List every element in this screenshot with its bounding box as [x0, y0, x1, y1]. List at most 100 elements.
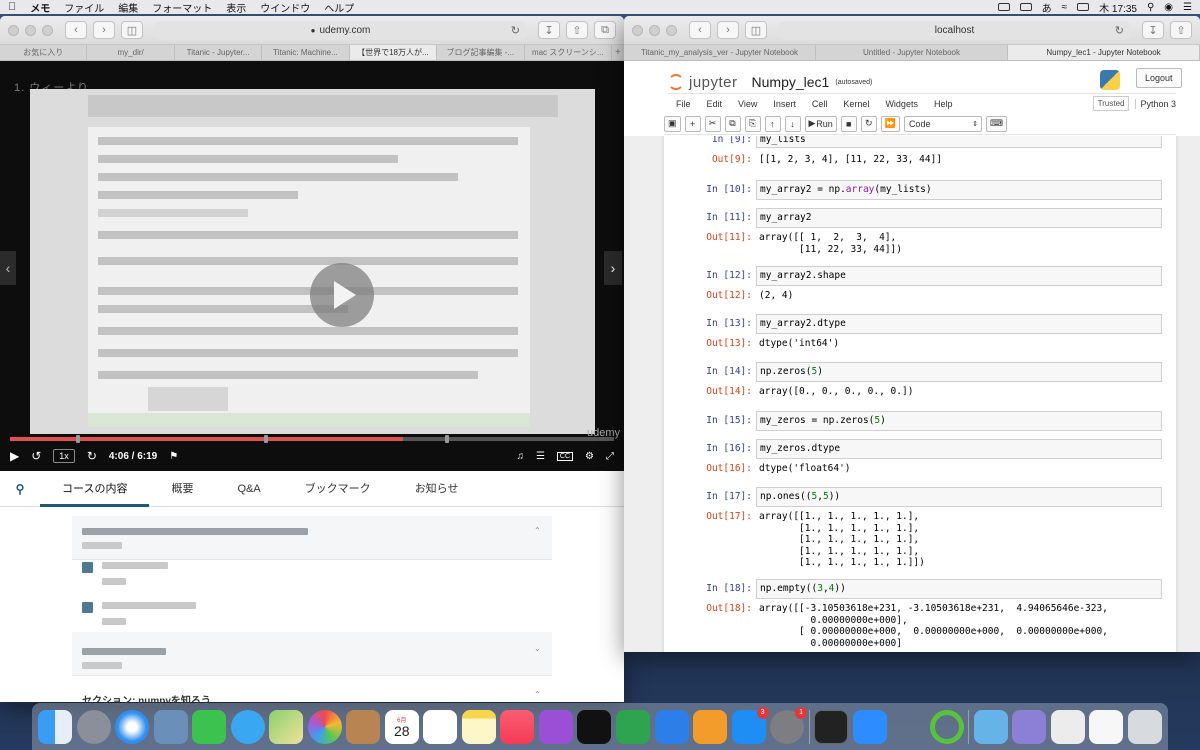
- menu-view[interactable]: 表示: [226, 0, 246, 15]
- calendar-icon[interactable]: 6月 28: [384, 709, 419, 744]
- udemy-address-bar[interactable]: ● udemy.com ↻: [155, 20, 526, 40]
- menu-format[interactable]: フォーマット: [152, 0, 212, 15]
- app-store-icon[interactable]: 3: [731, 706, 769, 744]
- cell-input[interactable]: np.zeros(5): [756, 362, 1162, 382]
- notebook-area[interactable]: In [9]: my_lists Out[9]: [[1, 2, 3, 4], …: [624, 136, 1200, 652]
- fast-forward-icon[interactable]: ⏩: [880, 115, 900, 132]
- section-header[interactable]: ⌃: [72, 516, 552, 560]
- cut-icon[interactable]: ✂: [704, 115, 721, 132]
- logout-button[interactable]: Logout: [1136, 68, 1182, 88]
- podcasts-icon[interactable]: [538, 709, 573, 744]
- download-icon[interactable]: ↧: [1142, 21, 1164, 39]
- launchpad-icon[interactable]: [76, 709, 111, 744]
- reload-icon[interactable]: ↻: [511, 24, 520, 37]
- menu-edit[interactable]: 編集: [118, 0, 138, 15]
- video-player[interactable]: 1. ウィーより... ‹ › udemy ▶ ↺ 1x ↻ 4:06 / 6:…: [0, 61, 624, 471]
- cell-input[interactable]: my_zeros.dtype: [756, 439, 1162, 459]
- tab-titanic-jupyter[interactable]: Titanic - Jupyter...: [175, 45, 263, 60]
- contacts-icon[interactable]: [346, 709, 381, 744]
- menu-file[interactable]: ファイル: [64, 0, 104, 15]
- transcript-icon[interactable]: ☰: [536, 451, 545, 462]
- settings-gear-icon[interactable]: ⚙: [585, 451, 594, 462]
- document-stack-icon[interactable]: [1050, 709, 1085, 744]
- notes-icon[interactable]: [461, 709, 496, 744]
- zoom-button[interactable]: [42, 24, 53, 36]
- move-down-icon[interactable]: ↓: [784, 115, 801, 132]
- minimize-button[interactable]: [25, 24, 36, 36]
- forward-icon[interactable]: ↻: [87, 449, 97, 463]
- share-icon[interactable]: ⇧: [566, 21, 588, 39]
- menu-file[interactable]: File: [668, 99, 699, 109]
- menu-kernel[interactable]: Kernel: [835, 99, 877, 109]
- lecture-title[interactable]: [102, 562, 168, 569]
- menu-widgets[interactable]: Widgets: [877, 99, 926, 109]
- close-button[interactable]: [8, 24, 19, 36]
- numbers-icon[interactable]: [615, 709, 650, 744]
- tab-overview[interactable]: 概要: [149, 471, 215, 507]
- display-icon[interactable]: [997, 3, 1010, 11]
- pen-tool-icon[interactable]: [891, 710, 925, 744]
- notification-center-icon[interactable]: ☰: [1183, 2, 1192, 13]
- sidebar-toggle-icon[interactable]: ◫: [745, 21, 767, 39]
- notes-stack-icon[interactable]: [1089, 709, 1124, 744]
- menu-help[interactable]: Help: [926, 99, 961, 109]
- tab-bookmarks[interactable]: ブックマーク: [283, 471, 393, 507]
- move-up-icon[interactable]: ↑: [764, 115, 781, 132]
- tab-numpy-lec1[interactable]: Numpy_lec1 - Jupyter Notebook: [1008, 45, 1200, 60]
- keynote-icon[interactable]: [654, 709, 689, 744]
- activity-ring-icon[interactable]: [929, 709, 964, 744]
- trusted-indicator[interactable]: Trusted: [1092, 96, 1130, 111]
- tab-mac-screenshot[interactable]: mac スクリーンシ...: [525, 45, 612, 60]
- forward-button[interactable]: ›: [93, 21, 115, 39]
- add-bookmark-icon[interactable]: ⚑: [169, 451, 178, 462]
- maps-icon[interactable]: [269, 709, 304, 744]
- downloads-folder-icon[interactable]: [973, 709, 1008, 744]
- zoom-app-icon[interactable]: [852, 709, 887, 744]
- paste-icon[interactable]: ⎘: [744, 115, 761, 132]
- safari-icon[interactable]: [115, 709, 150, 744]
- tabs-overview-icon[interactable]: ⧉: [594, 21, 616, 39]
- cell-input[interactable]: my_lists: [756, 136, 1162, 148]
- new-tab-button[interactable]: +: [612, 45, 624, 60]
- cell-input[interactable]: my_array2.shape: [756, 266, 1162, 286]
- fullscreen-icon[interactable]: ⤢: [606, 451, 614, 462]
- terminal-icon[interactable]: [814, 709, 849, 744]
- restart-icon[interactable]: ↻: [860, 115, 877, 132]
- keyboard-icon[interactable]: ⌨: [985, 115, 1007, 132]
- cell-input[interactable]: np.ones((5,5)): [756, 487, 1162, 507]
- jupyter-address-bar[interactable]: localhost ↻: [779, 20, 1130, 40]
- reminders-icon[interactable]: [423, 709, 458, 744]
- next-lecture-button[interactable]: ›: [604, 251, 622, 285]
- messages-icon[interactable]: [230, 709, 265, 744]
- chevron-up-icon[interactable]: ⌃: [534, 526, 541, 535]
- notebook-name[interactable]: Numpy_lec1: [752, 74, 830, 90]
- section-header[interactable]: ⌄: [72, 632, 552, 676]
- music-icon[interactable]: [500, 709, 535, 744]
- play-overlay-button[interactable]: [310, 263, 374, 327]
- cell-input[interactable]: my_zeros = np.zeros(5): [756, 411, 1162, 431]
- spotlight-icon[interactable]: ⚲: [1147, 2, 1154, 13]
- menu-app-name[interactable]: メモ: [30, 0, 50, 15]
- finder-icon[interactable]: [38, 709, 72, 744]
- minimize-button[interactable]: [649, 24, 660, 36]
- lecture-checkbox[interactable]: [82, 602, 93, 613]
- lecture-title[interactable]: [102, 602, 196, 609]
- preview-icon[interactable]: [153, 709, 188, 744]
- cell-input[interactable]: my_array2 = np.array(my_lists): [756, 180, 1162, 200]
- input-mode-indicator[interactable]: あ: [1042, 0, 1052, 15]
- cell-type-select[interactable]: Code ⇕: [903, 115, 982, 132]
- search-icon[interactable]: ⚲: [0, 482, 40, 496]
- battery-icon[interactable]: [1077, 3, 1090, 11]
- cell-input[interactable]: my_array2.dtype: [756, 314, 1162, 334]
- run-button[interactable]: ▶ Run: [804, 115, 837, 132]
- tab-my-dir[interactable]: my_dir/: [87, 45, 175, 60]
- rewind-icon[interactable]: ↺: [31, 449, 41, 463]
- sidebar-toggle-icon[interactable]: ◫: [121, 21, 143, 39]
- stop-icon[interactable]: ■: [840, 115, 857, 132]
- apple-tv-icon[interactable]: [577, 709, 612, 744]
- screenshot-stack-icon[interactable]: [1012, 709, 1047, 744]
- back-button[interactable]: ‹: [689, 21, 711, 39]
- back-button[interactable]: ‹: [65, 21, 87, 39]
- previous-lecture-button[interactable]: ‹: [0, 251, 16, 285]
- save-icon[interactable]: ▣: [664, 115, 681, 132]
